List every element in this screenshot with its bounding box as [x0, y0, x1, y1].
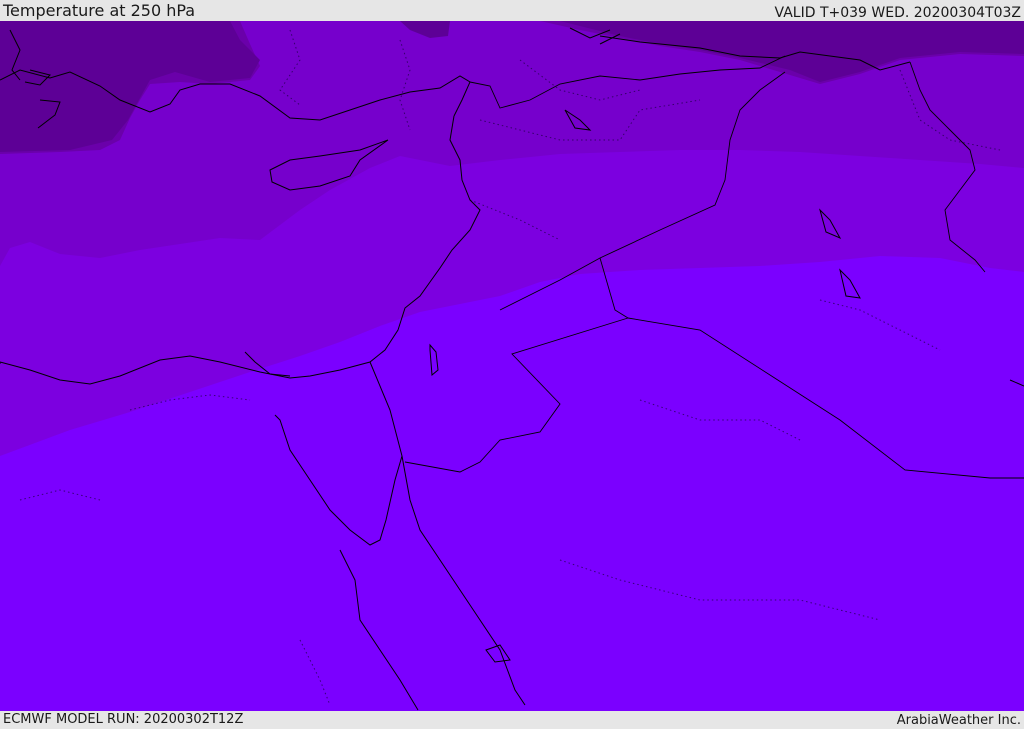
map-title: Temperature at 250 hPa — [3, 1, 196, 20]
model-run-label: ECMWF MODEL RUN: 20200302T12Z — [3, 712, 244, 727]
credit-label: ArabiaWeather Inc. — [896, 713, 1021, 728]
footer-bar: ECMWF MODEL RUN: 20200302T12Z ArabiaWeat… — [0, 711, 1024, 729]
temperature-map — [0, 21, 1024, 711]
header-bar: Temperature at 250 hPa VALID T+039 WED. … — [0, 0, 1024, 21]
valid-time: VALID T+039 WED. 20200304T03Z — [774, 5, 1021, 21]
